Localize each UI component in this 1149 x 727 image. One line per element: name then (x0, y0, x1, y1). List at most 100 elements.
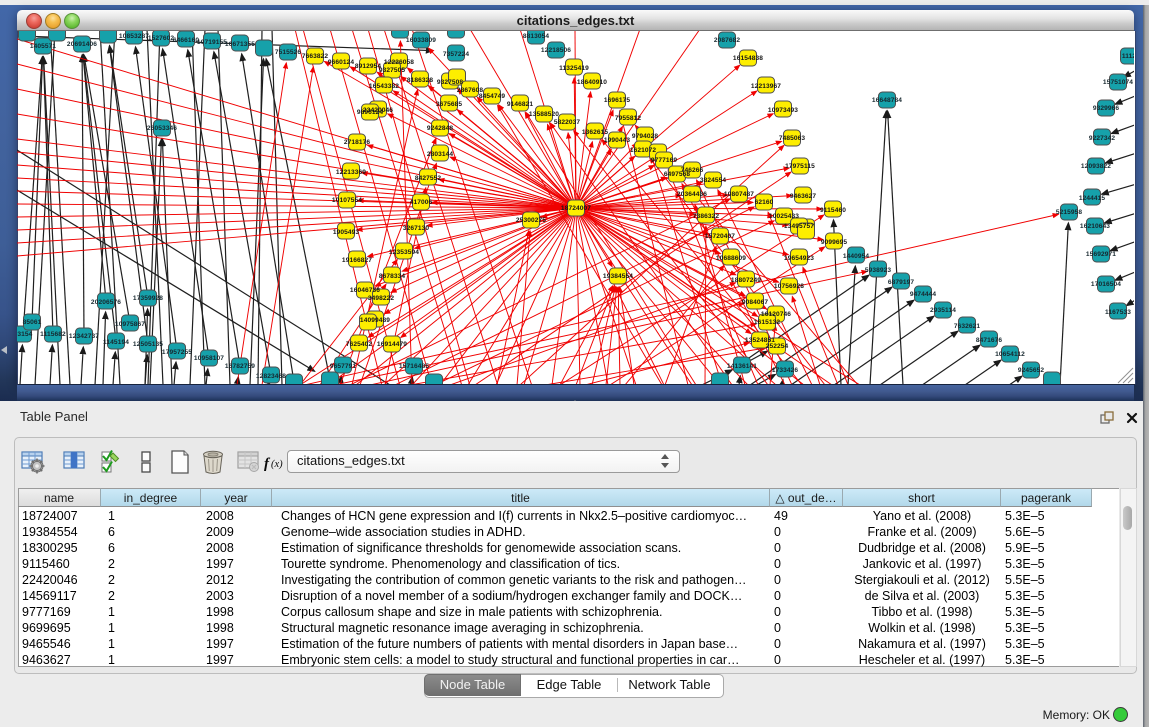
svg-text:16120746: 16120746 (761, 311, 791, 318)
svg-text:9474444: 9474444 (910, 291, 937, 298)
svg-text:9794028: 9794028 (632, 133, 659, 140)
svg-text:9329966: 9329966 (1093, 105, 1120, 112)
svg-text:18724007: 18724007 (561, 205, 591, 212)
svg-text:14136141: 14136141 (727, 363, 757, 370)
svg-text:8813054: 8813054 (523, 33, 550, 40)
svg-text:15692971: 15692971 (1086, 251, 1116, 258)
svg-text:85061: 85061 (23, 319, 42, 326)
svg-text:17016504: 17016504 (1091, 281, 1121, 288)
svg-text:7485063: 7485063 (779, 135, 806, 142)
svg-text:10975867: 10975867 (115, 321, 145, 328)
svg-text:10688609: 10688609 (716, 255, 746, 262)
svg-text:7955812: 7955812 (615, 115, 642, 122)
svg-text:20691406: 20691406 (67, 41, 97, 48)
svg-text:16154838: 16154838 (733, 55, 763, 62)
svg-text:20206576: 20206576 (91, 299, 121, 306)
svg-text:14099489: 14099489 (360, 317, 390, 324)
svg-text:1115682: 1115682 (40, 331, 66, 338)
svg-text:417006: 417006 (410, 199, 433, 206)
svg-text:(x): (x) (271, 459, 283, 470)
svg-text:8454749: 8454749 (479, 93, 506, 100)
svg-text:16914479: 16914479 (377, 341, 407, 348)
svg-text:2935114: 2935114 (930, 307, 956, 314)
svg-text:1244415: 1244415 (1079, 195, 1106, 202)
svg-text:10958107: 10958107 (194, 355, 224, 362)
svg-text:26053346: 26053346 (147, 125, 177, 132)
svg-text:7357224: 7357224 (443, 51, 470, 58)
svg-text:12226058: 12226058 (384, 59, 414, 66)
svg-text:16033809: 16033809 (406, 37, 436, 44)
svg-text:8912954: 8912954 (355, 63, 382, 70)
svg-text:19166827: 19166827 (342, 257, 372, 264)
svg-text:9099695: 9099695 (821, 239, 848, 246)
svg-text:93154: 93154 (17, 331, 33, 338)
svg-text:16046736: 16046736 (350, 287, 380, 294)
svg-text:12218506: 12218506 (541, 47, 571, 54)
svg-text:9327508: 9327508 (437, 79, 464, 86)
svg-text:12353594: 12353594 (389, 249, 419, 256)
svg-text:9777169: 9777169 (651, 157, 678, 164)
svg-text:16648784: 16648784 (872, 97, 902, 104)
svg-text:12213369: 12213369 (336, 169, 366, 176)
svg-text:16543382: 16543382 (369, 83, 399, 90)
svg-text:2087682: 2087682 (714, 37, 741, 44)
svg-text:25300275: 25300275 (516, 217, 546, 224)
svg-text:1990443: 1990443 (604, 137, 631, 144)
svg-text:17975115: 17975115 (785, 163, 815, 170)
svg-text:252254: 252254 (766, 343, 789, 350)
svg-text:1733426: 1733426 (772, 367, 799, 374)
svg-text:3267130: 3267130 (403, 225, 430, 232)
svg-text:8427552: 8427552 (415, 175, 442, 182)
svg-text:1362615: 1362615 (582, 129, 609, 136)
svg-text:9084067: 9084067 (742, 299, 769, 306)
svg-text:5938923: 5938923 (865, 267, 892, 274)
svg-text:8471676: 8471676 (976, 337, 1003, 344)
svg-text:8186328: 8186328 (407, 77, 434, 84)
svg-text:7663822: 7663822 (302, 53, 329, 60)
svg-text:10719155: 10719155 (197, 39, 227, 46)
svg-text:1440954: 1440954 (843, 253, 870, 260)
svg-text:17957255: 17957255 (162, 349, 192, 356)
svg-text:13495757: 13495757 (784, 223, 814, 230)
svg-text:1527602: 1527602 (148, 35, 175, 42)
svg-text:7632621: 7632621 (954, 323, 981, 330)
svg-text:16782759: 16782759 (225, 363, 255, 370)
svg-text:7515526: 7515526 (275, 49, 302, 56)
svg-text:15751074: 15751074 (1103, 79, 1133, 86)
svg-text:746266: 746266 (681, 167, 704, 174)
svg-text:6879197: 6879197 (888, 279, 915, 286)
svg-text:7625402: 7625402 (346, 341, 373, 348)
svg-text:2803144: 2803144 (427, 151, 454, 158)
svg-text:10671355: 10671355 (225, 41, 255, 48)
svg-text:20364436: 20364436 (677, 191, 707, 198)
svg-text:18640910: 18640910 (577, 79, 607, 86)
svg-text:17359928: 17359928 (133, 295, 163, 302)
svg-text:9660124: 9660124 (328, 59, 355, 66)
svg-text:1615132: 1615132 (754, 319, 781, 326)
svg-text:9896124: 9896124 (357, 109, 384, 116)
svg-text:7386322: 7386322 (693, 213, 720, 220)
svg-text:9242848: 9242848 (427, 125, 454, 132)
svg-text:3675685: 3675685 (436, 101, 463, 108)
svg-text:9146821: 9146821 (507, 101, 534, 108)
svg-text:f: f (264, 456, 271, 472)
svg-text:19654923: 19654923 (784, 255, 814, 262)
svg-text:1405571: 1405571 (30, 43, 57, 50)
svg-text:12093822: 12093822 (1081, 163, 1111, 170)
svg-text:1696175: 1696175 (604, 97, 631, 104)
svg-text:9227342: 9227342 (1089, 135, 1116, 142)
svg-text:3498222: 3498222 (368, 295, 395, 302)
svg-text:12823468: 12823468 (256, 373, 286, 380)
svg-text:1167533: 1167533 (1105, 309, 1131, 316)
svg-text:15716485: 15716485 (399, 363, 429, 370)
svg-text:10853287: 10853287 (119, 33, 149, 40)
svg-text:5215958: 5215958 (1056, 209, 1083, 216)
svg-text:1905493: 1905493 (333, 229, 360, 236)
svg-text:1112: 1112 (1122, 53, 1134, 60)
svg-text:5822037: 5822037 (554, 119, 581, 126)
svg-text:10107554: 10107554 (332, 197, 362, 204)
svg-text:8678334: 8678334 (379, 273, 406, 280)
svg-text:12505135: 12505135 (133, 341, 163, 348)
svg-text:6466160: 6466160 (173, 37, 200, 44)
svg-text:10654112: 10654112 (995, 351, 1025, 358)
